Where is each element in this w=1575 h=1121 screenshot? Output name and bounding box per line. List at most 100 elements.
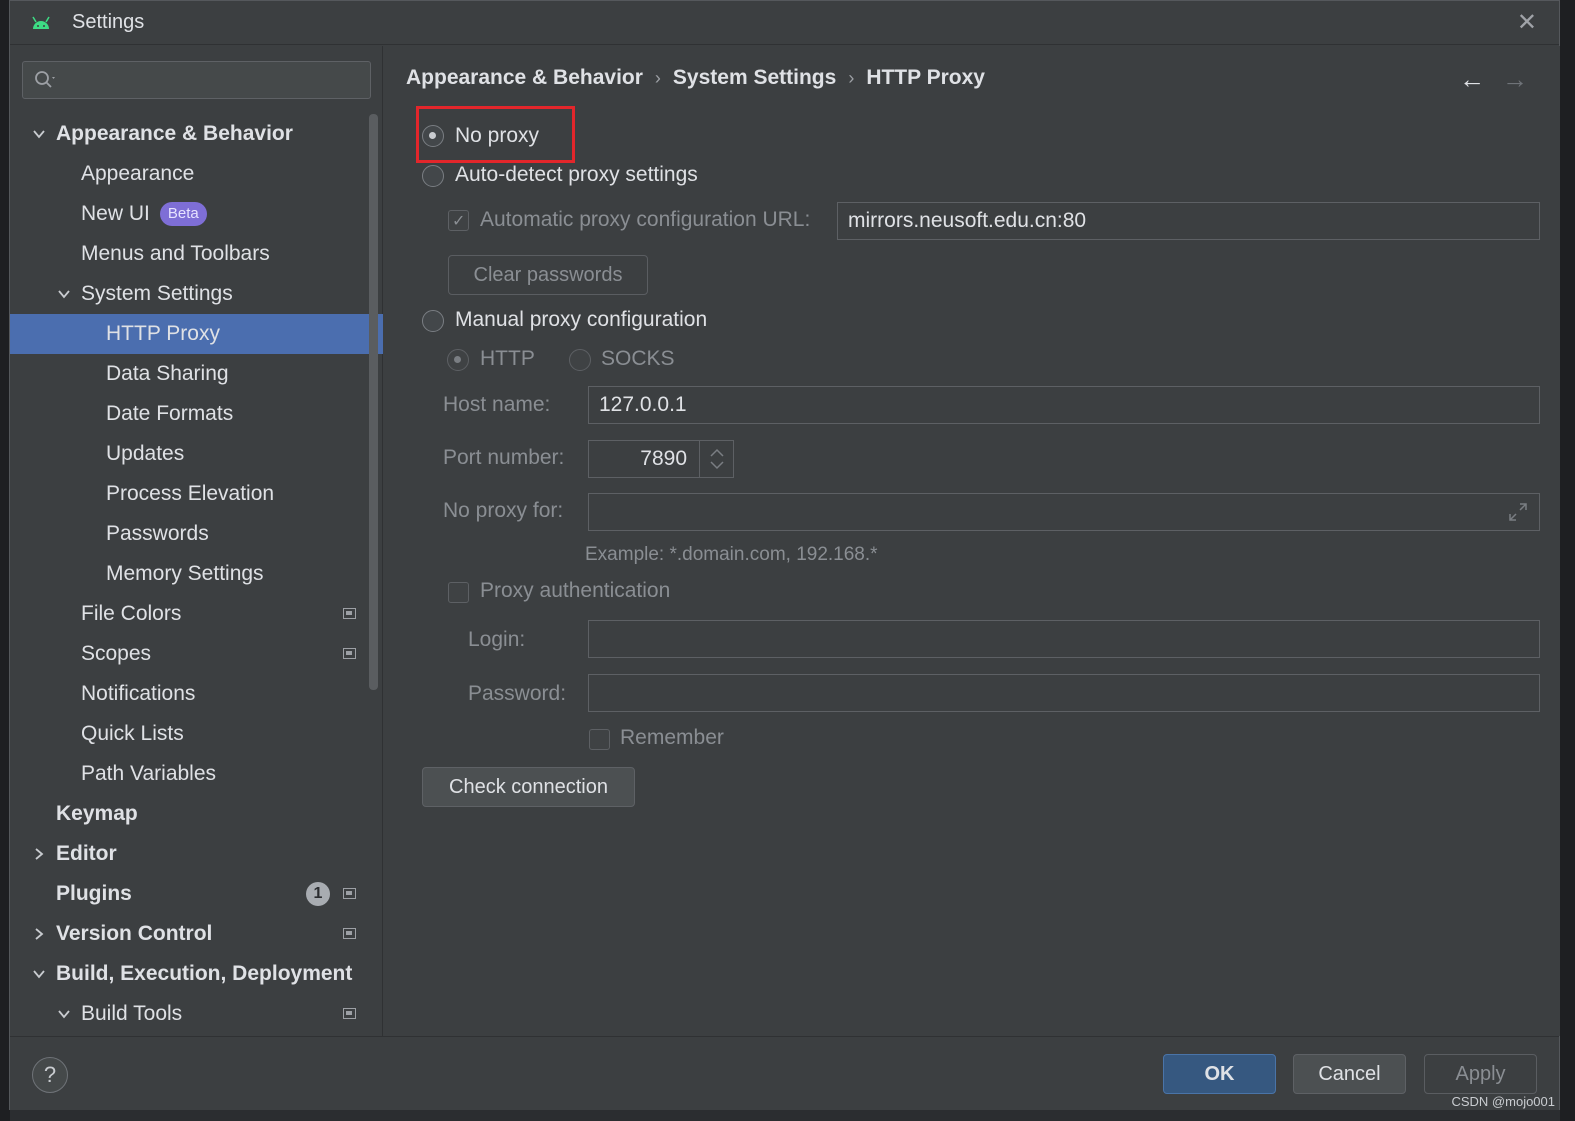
sidebar-item-label: Passwords [106,522,209,545]
sidebar-item-date-formats[interactable]: Date Formats [10,394,383,434]
auto-detect-label[interactable]: Auto-detect proxy settings [455,163,698,187]
sidebar-item-label: Updates [106,442,185,465]
socks-label[interactable]: SOCKS [601,347,675,371]
sidebar-item-http-proxy[interactable]: HTTP Proxy [10,314,383,354]
chevron-down-icon[interactable] [32,967,46,981]
chevron-down-icon[interactable] [57,287,71,301]
auto-proxy-url-checkbox[interactable]: ✓ [448,210,469,231]
sidebar-item-version-control[interactable]: Version Control [10,914,383,954]
cancel-button[interactable]: Cancel [1293,1054,1406,1094]
sidebar-item-appearance[interactable]: Appearance [10,154,383,194]
chevron-down-icon[interactable] [32,127,46,141]
no-proxy-for-label: No proxy for: [443,499,564,522]
chevron-right-icon[interactable] [32,927,46,941]
host-name-field[interactable]: 127.0.0.1 [588,386,1540,424]
auto-proxy-url-label: Automatic proxy configuration URL: [480,208,811,231]
sidebar-item-build-execution-deployment[interactable]: Build, Execution, Deployment [10,954,383,994]
project-scope-icon [343,608,356,619]
clear-passwords-button[interactable]: Clear passwords [448,255,648,295]
sidebar-item-path-variables[interactable]: Path Variables [10,754,383,794]
sidebar-item-label: Data Sharing [106,362,229,385]
sidebar-item-build-tools[interactable]: Build Tools [10,994,383,1034]
check-connection-button[interactable]: Check connection [422,767,635,807]
watermark-text: CSDN @mojo001 [1451,1094,1555,1109]
help-icon[interactable]: ? [32,1057,68,1093]
manual-proxy-label[interactable]: Manual proxy configuration [455,308,707,332]
sidebar-item-appearance-behavior[interactable]: Appearance & Behavior [10,114,383,154]
sidebar-item-label: Build, Execution, Deployment [56,962,353,985]
http-label[interactable]: HTTP [480,347,535,371]
sidebar-item-label: Path Variables [81,762,217,785]
breadcrumb-item[interactable]: Appearance & Behavior [406,66,643,89]
apply-button[interactable]: Apply [1424,1054,1537,1094]
sidebar-item-label: Date Formats [106,402,234,425]
sidebar-item-notifications[interactable]: Notifications [10,674,383,714]
sidebar-item-plugins[interactable]: Plugins 1 [10,874,383,914]
dialog-footer: ? OK Cancel Apply [10,1036,1559,1110]
project-scope-icon [343,1008,356,1019]
android-icon [32,16,50,29]
sidebar-item-memory-settings[interactable]: Memory Settings [10,554,383,594]
socks-radio[interactable] [569,349,591,371]
no-proxy-radio[interactable] [422,125,444,147]
breadcrumb-separator: › [654,68,661,88]
no-proxy-example-text: Example: *.domain.com, 192.168.* [585,544,878,565]
background-right [1560,0,1575,1121]
sidebar-item-label: Quick Lists [81,722,184,745]
close-icon[interactable]: ✕ [1517,9,1537,37]
no-proxy-label[interactable]: No proxy [455,124,539,148]
sidebar-item-label: Appearance [81,162,195,185]
port-number-label: Port number: [443,446,565,469]
expand-icon[interactable] [1507,501,1529,523]
plugins-update-badge: 1 [306,882,330,906]
proxy-authentication-checkbox[interactable] [448,582,469,603]
sidebar-item-passwords[interactable]: Passwords [10,514,383,554]
remember-label[interactable]: Remember [620,726,724,750]
http-radio[interactable] [447,349,469,371]
sidebar-item-label: Process Elevation [106,482,275,505]
project-scope-icon [343,888,356,899]
breadcrumb: Appearance & Behavior › System Settings › HT… [406,66,985,90]
password-field[interactable] [588,674,1540,712]
http-proxy-panel: Appearance & Behavior › System Settings › HT… [384,46,1560,1036]
proxy-authentication-label[interactable]: Proxy authentication [480,579,670,603]
stepper-arrows-icon[interactable] [699,441,733,477]
breadcrumb-item[interactable]: System Settings [673,66,836,89]
login-label: Login: [468,628,526,651]
port-number-value: 7890 [640,447,687,470]
sidebar-item-keymap[interactable]: Keymap [10,794,383,834]
no-proxy-for-field[interactable] [588,493,1540,531]
sidebar-item-file-colors[interactable]: File Colors [10,594,383,634]
login-field[interactable] [588,620,1540,658]
ok-button[interactable]: OK [1163,1054,1276,1094]
sidebar-item-menus-toolbars[interactable]: Menus and Toolbars [10,234,383,274]
sidebar-item-data-sharing[interactable]: Data Sharing [10,354,383,394]
manual-proxy-radio[interactable] [422,310,444,332]
beta-badge: Beta [159,202,207,226]
sidebar-item-scopes[interactable]: Scopes [10,634,383,674]
sidebar-item-editor[interactable]: Editor [10,834,383,874]
sidebar-item-updates[interactable]: Updates [10,434,383,474]
sidebar-item-label: Memory Settings [106,562,264,585]
password-label: Password: [468,682,567,705]
checkmark-icon: ✓ [452,213,466,230]
sidebar-item-label: Appearance & Behavior [56,122,293,145]
sidebar-item-label: Plugins [56,882,132,905]
auto-proxy-url-field[interactable]: mirrors.neusoft.edu.cn:80 [837,202,1540,240]
sidebar-item-label: Notifications [81,682,196,705]
remember-checkbox[interactable] [589,729,610,750]
chevron-down-icon[interactable] [57,1007,71,1021]
sidebar-item-system-settings[interactable]: System Settings [10,274,383,314]
sidebar-item-label: HTTP Proxy [106,322,220,345]
sidebar-item-quick-lists[interactable]: Quick Lists [10,714,383,754]
sidebar-item-label: Keymap [56,802,138,825]
sidebar-scrollbar[interactable] [369,114,378,690]
sidebar-item-new-ui[interactable]: New UI Beta [10,194,383,234]
search-input[interactable] [22,61,371,99]
port-number-stepper[interactable]: 7890 [588,440,734,478]
chevron-right-icon[interactable] [32,847,46,861]
sidebar-item-process-elevation[interactable]: Process Elevation [10,474,383,514]
auto-detect-radio[interactable] [422,165,444,187]
sidebar-item-label: System Settings [81,282,233,305]
back-arrow-icon[interactable]: ← [1459,64,1485,95]
